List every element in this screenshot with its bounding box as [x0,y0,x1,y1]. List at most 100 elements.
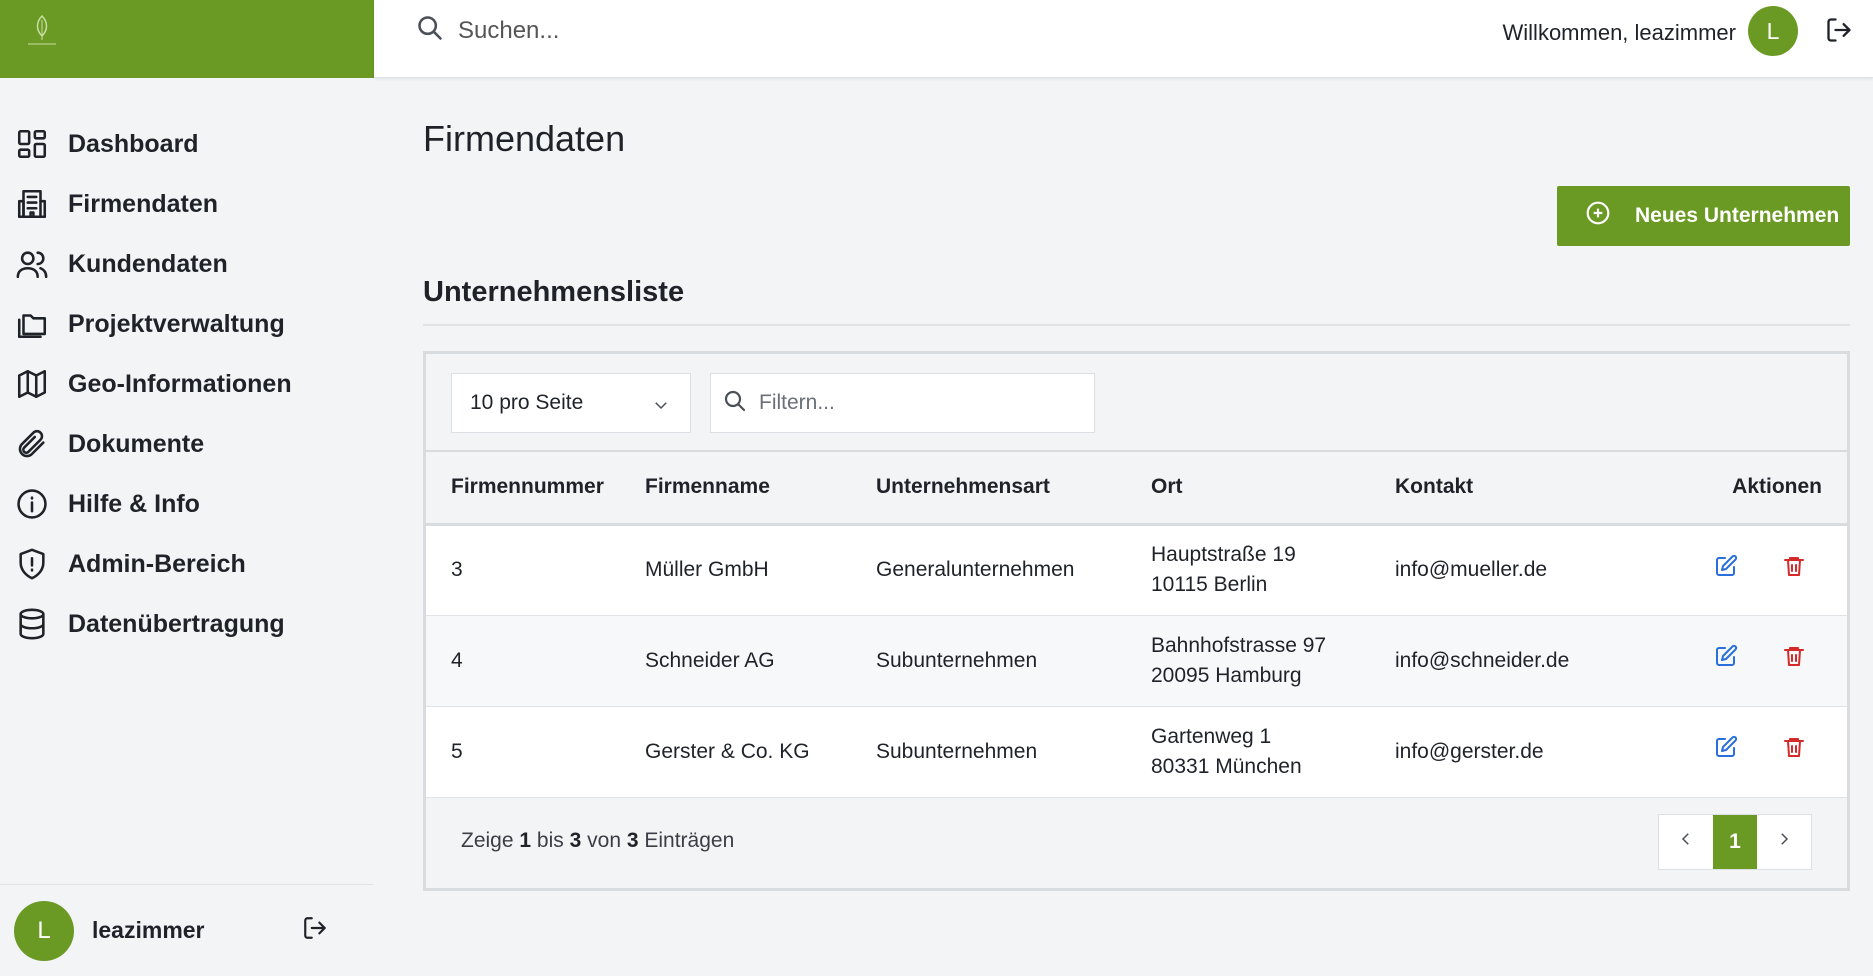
sidebar-item-kundendaten[interactable]: Kundendaten [0,234,374,294]
address-city: 10115 Berlin [1151,573,1268,596]
sidebar-item-geo-informationen[interactable]: Geo-Informationen [0,354,374,414]
address-city: 20095 Hamburg [1151,663,1302,687]
column-header-unternehmensart[interactable]: Unternehmensart [876,452,1151,524]
cell-firmenname: Gerster & Co. KG [645,739,810,763]
entries-to-word: bis [536,829,564,852]
logout-icon[interactable] [302,915,328,946]
company-logo[interactable] [22,12,62,48]
sidebar-item-label: Firmendaten [68,189,219,218]
sidebar-item-dashboard[interactable]: Dashboard [0,114,374,174]
table-row[interactable]: 5 Gerster & Co. KG Subunternehmen Garten… [426,706,1847,797]
column-header-ort[interactable]: Ort [1151,452,1395,524]
section-title: Unternehmensliste [423,276,685,308]
new-company-button-label: Neues Unternehmen [1635,204,1840,227]
edit-icon[interactable] [1714,644,1738,677]
section-divider [423,324,1850,326]
trash-icon[interactable] [1782,735,1806,768]
cell-ort: Hauptstraße 19 10115 Berlin [1151,524,1395,615]
trash-icon[interactable] [1782,644,1806,677]
cell-kontakt: info@schneider.de [1395,648,1570,672]
page-title: Firmendaten [423,118,626,159]
previous-page-button[interactable] [1659,815,1713,869]
edit-icon[interactable] [1714,735,1738,768]
column-header-firmenname[interactable]: Firmenname [645,452,876,524]
new-company-button[interactable]: Neues Unternehmen [1557,186,1850,246]
welcome-text: Willkommen, leazimmer [1502,20,1736,45]
table-filter [710,373,1095,433]
search-icon [416,14,444,47]
table-footer: Zeige 1 bis 3 von 3 Einträgen 1 [426,795,1847,888]
shield-alert-icon [14,546,50,582]
sidebar-item-label: Datenübertragung [68,609,285,638]
sidebar-item-label: Geo-Informationen [68,369,292,398]
cell-kontakt: info@gerster.de [1395,739,1544,763]
dashboard-grid-icon [14,126,50,162]
next-page-button[interactable] [1757,815,1811,869]
pagination: 1 [1658,814,1812,870]
table-row[interactable]: 4 Schneider AG Subunternehmen Bahnhofstr… [426,615,1847,706]
address-street: Bahnhofstrasse 97 [1151,633,1327,657]
entries-info: Zeige 1 bis 3 von 3 Einträgen [461,829,734,853]
entries-suffix: Einträgen [644,829,735,852]
column-header-aktionen: Aktionen [1732,475,1822,499]
brand-bar [0,0,374,78]
sidebar-item-hilfe-info[interactable]: Hilfe & Info [0,474,374,534]
cell-aktionen [1625,615,1847,706]
entries-prefix: Zeige [461,829,514,852]
top-bar: Willkommen, leazimmer L [374,0,1873,78]
sidebar-item-dokumente[interactable]: Dokumente [0,414,374,474]
cell-unternehmensart: Subunternehmen [876,648,1038,672]
cell-aktionen [1625,524,1847,615]
sidebar: Dashboard Firmendaten Kundendaten Projek… [0,0,374,976]
sidebar-item-label: Admin-Bereich [68,549,246,578]
sidebar-item-label: Dashboard [68,129,199,158]
trash-icon[interactable] [1782,554,1806,587]
plus-circle-icon [1585,200,1635,232]
address-city: 80331 München [1151,754,1302,778]
username: leazimmer [92,917,205,943]
map-icon [14,366,50,402]
cell-aktionen [1625,706,1847,797]
edit-icon[interactable] [1714,554,1738,587]
avatar[interactable]: L [1748,6,1798,56]
cell-firmenname: Schneider AG [645,648,775,672]
sidebar-item-label: Kundendaten [68,249,228,278]
sidebar-nav: Dashboard Firmendaten Kundendaten Projek… [0,78,374,654]
users-icon [14,246,50,282]
filter-input[interactable] [759,391,1079,415]
folders-icon [14,306,50,342]
sidebar-item-firmendaten[interactable]: Firmendaten [0,174,374,234]
company-table: Firmennummer Firmenname Unternehmensart … [426,452,1847,798]
company-table-card: 10 pro Seite Firmennummer Firmenname Unt… [423,351,1850,891]
entries-to: 3 [569,829,582,852]
address-street: Hauptstraße 19 [1151,543,1296,566]
table-toolbar: 10 pro Seite [426,354,1847,452]
cell-kontakt: info@mueller.de [1395,558,1548,581]
page-button-current[interactable]: 1 [1713,815,1757,869]
info-icon [14,486,50,522]
search-input[interactable] [458,16,858,45]
page-size-value: 10 pro Seite [470,391,584,414]
search-icon [723,389,747,418]
chevron-right-icon [1775,830,1793,854]
paperclip-icon [14,426,50,462]
sidebar-item-label: Projektverwaltung [68,309,285,338]
sidebar-item-projektverwaltung[interactable]: Projektverwaltung [0,294,374,354]
sidebar-item-label: Hilfe & Info [68,489,200,518]
column-header-firmennummer[interactable]: Firmennummer [426,452,645,524]
table-row[interactable]: 3 Müller GmbH Generalunternehmen Hauptst… [426,524,1847,615]
page-size-select[interactable]: 10 pro Seite [451,373,691,433]
cell-unternehmensart: Generalunternehmen [876,558,1075,581]
cell-firmennummer: 3 [451,558,463,581]
entries-from: 1 [519,829,532,852]
sidebar-item-admin-bereich[interactable]: Admin-Bereich [0,534,374,594]
building-icon [14,186,50,222]
entries-total: 3 [626,829,639,852]
entries-of-word: von [587,829,621,852]
sidebar-item-datenuebertragung[interactable]: Datenübertragung [0,594,374,654]
cell-ort: Gartenweg 1 80331 München [1151,706,1395,797]
sidebar-user-panel: L leazimmer [0,884,374,976]
column-header-kontakt[interactable]: Kontakt [1395,452,1625,524]
avatar[interactable]: L [14,900,74,961]
logout-icon[interactable] [1825,16,1853,49]
